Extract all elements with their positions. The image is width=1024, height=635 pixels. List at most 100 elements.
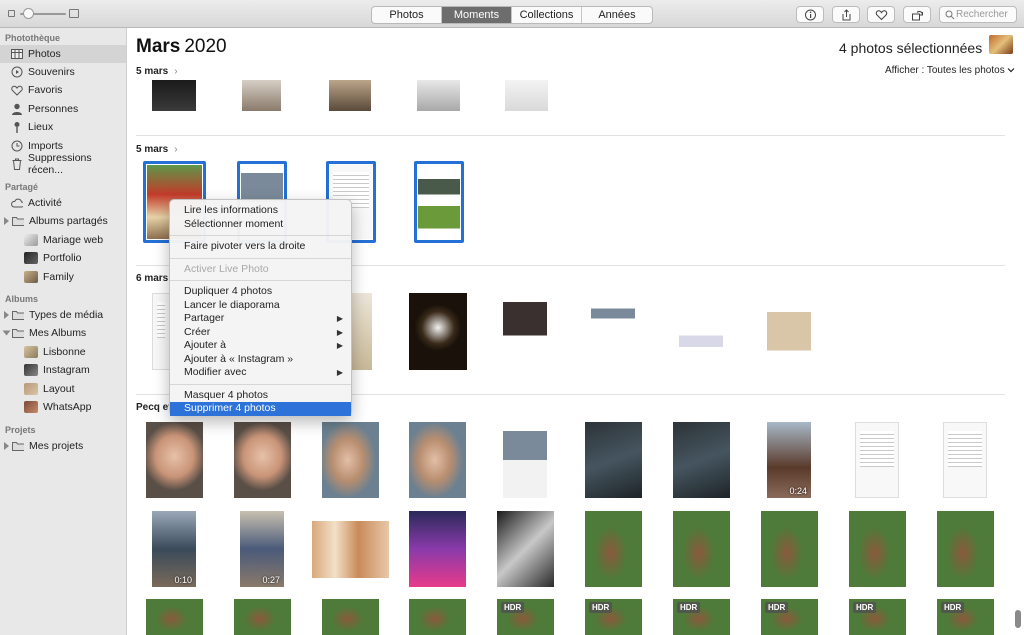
selected-photo-thumbnail[interactable] [414, 161, 464, 243]
search-field[interactable]: Rechercher [939, 6, 1017, 23]
photo-thumbnail[interactable]: HDR [937, 599, 994, 635]
video-thumbnail[interactable]: 0:24 [767, 422, 811, 498]
menu-item-modifier-avec[interactable]: Modifier avec ▶ [170, 366, 351, 380]
folder-icon [12, 309, 24, 321]
menu-item-dupliquer[interactable]: Dupliquer 4 photos [170, 285, 351, 299]
rotate-button[interactable] [903, 6, 931, 23]
photo-thumbnail[interactable] [146, 599, 203, 635]
sidebar-item-personnes[interactable]: Personnes [0, 100, 126, 118]
photo-thumbnail[interactable] [322, 599, 379, 635]
menu-item-selectionner-moment[interactable]: Sélectionner moment [170, 218, 351, 232]
sidebar-item-activite[interactable]: Activité [0, 194, 126, 212]
show-filter-dropdown[interactable]: Afficher : Toutes les photos [885, 65, 1015, 76]
photo-thumbnail[interactable] [329, 80, 371, 111]
photo-thumbnail[interactable] [409, 599, 466, 635]
menu-item-creer[interactable]: Créer ▶ [170, 326, 351, 340]
tab-collections[interactable]: Collections [512, 7, 582, 23]
disclosure-triangle-icon[interactable] [4, 217, 9, 225]
photo-thumbnail[interactable] [234, 422, 291, 498]
zoom-knob[interactable] [23, 8, 34, 19]
photo-thumbnail[interactable] [242, 80, 281, 111]
photo-thumbnail[interactable]: HDR [673, 599, 730, 635]
moment-header-link[interactable]: Pecq et [136, 402, 172, 413]
zoom-slider[interactable] [8, 8, 79, 20]
photo-thumbnail[interactable] [767, 293, 811, 370]
photo-thumbnail[interactable] [503, 422, 547, 498]
photo-thumbnail[interactable] [417, 80, 460, 111]
moment-date: 6 mars [136, 273, 169, 284]
photo-thumbnail[interactable] [497, 511, 554, 587]
sidebar-item-label: Mariage web [43, 234, 104, 246]
photo-thumbnail[interactable] [679, 293, 723, 370]
photo-thumbnail[interactable] [505, 80, 548, 111]
menu-item-activer-live-photo: Activer Live Photo [184, 262, 269, 275]
sidebar-item-layout[interactable]: Layout [0, 380, 126, 398]
scrollbar[interactable] [1015, 610, 1021, 628]
photo-thumbnail[interactable] [409, 293, 467, 370]
photo-thumbnail[interactable] [855, 422, 899, 498]
tab-photos[interactable]: Photos [372, 7, 442, 23]
context-menu: Lire les informations Sélectionner momen… [169, 199, 352, 416]
sidebar-item-mes-projets[interactable]: Mes projets [0, 437, 126, 455]
photo-thumbnail[interactable] [352, 293, 372, 370]
sidebar-item-albums-partages[interactable]: Albums partagés [0, 212, 126, 230]
photo-thumbnail[interactable] [585, 511, 642, 587]
photo-thumbnail[interactable] [673, 422, 730, 498]
menu-item-masquer[interactable]: Masquer 4 photos [170, 389, 351, 403]
disclosure-triangle-icon[interactable] [4, 311, 9, 319]
photo-thumbnail[interactable] [503, 293, 547, 370]
sidebar-item-souvenirs[interactable]: Souvenirs [0, 63, 126, 81]
favorite-button[interactable] [867, 6, 895, 23]
tab-moments[interactable]: Moments [442, 7, 512, 23]
photo-thumbnail[interactable] [937, 511, 994, 587]
photo-thumbnail[interactable] [591, 293, 635, 370]
sidebar-item-photos[interactable]: Photos [0, 45, 126, 63]
video-thumbnail[interactable]: 0:10 [152, 511, 196, 587]
photo-thumbnail[interactable] [943, 422, 987, 498]
menu-item-faire-pivoter[interactable]: Faire pivoter vers la droite [170, 240, 351, 254]
disclosure-triangle-icon[interactable] [4, 442, 9, 450]
photo-thumbnail[interactable] [152, 293, 170, 370]
sidebar-item-instagram[interactable]: Instagram [0, 361, 126, 379]
sidebar-item-family[interactable]: Family [0, 268, 126, 286]
photo-thumbnail[interactable]: HDR [497, 599, 554, 635]
sidebar-item-portfolio[interactable]: Portfolio [0, 249, 126, 267]
photo-thumbnail[interactable] [409, 422, 466, 498]
sidebar-item-lieux[interactable]: Lieux [0, 118, 126, 136]
photo-thumbnail[interactable]: HDR [849, 599, 906, 635]
disclosure-triangle-icon[interactable] [2, 330, 11, 336]
sidebar-item-mariage-web[interactable]: Mariage web [0, 231, 126, 249]
video-thumbnail[interactable]: 0:27 [240, 511, 284, 587]
photo-thumbnail[interactable] [234, 599, 291, 635]
view-segmented-control: Photos Moments Collections Années [371, 6, 653, 24]
photo-thumbnail[interactable] [585, 422, 642, 498]
photo-thumbnail[interactable] [673, 511, 730, 587]
photo-thumbnail[interactable] [322, 422, 379, 498]
photo-thumbnail[interactable] [761, 511, 818, 587]
menu-item-ajouter-a[interactable]: Ajouter à ▶ [170, 339, 351, 353]
photo-thumbnail[interactable] [152, 80, 196, 111]
sidebar-item-mes-albums[interactable]: Mes Albums [0, 324, 126, 342]
menu-item-ajouter-instagram[interactable]: Ajouter à « Instagram » [170, 353, 351, 367]
menu-item-lire-informations[interactable]: Lire les informations [170, 204, 351, 218]
sidebar-item-whatsapp[interactable]: WhatsApp [0, 398, 126, 416]
menu-item-supprimer[interactable]: Supprimer 4 photos [170, 402, 351, 416]
photo-thumbnail[interactable]: HDR [761, 599, 818, 635]
tab-annees[interactable]: Années [582, 7, 652, 23]
sidebar-item-lisbonne[interactable]: Lisbonne [0, 343, 126, 361]
info-button[interactable] [796, 6, 824, 23]
photo-thumbnail[interactable] [409, 511, 466, 587]
photo-thumbnail[interactable] [146, 422, 203, 498]
menu-item-partager[interactable]: Partager ▶ [170, 312, 351, 326]
photo-thumbnail[interactable]: HDR [585, 599, 642, 635]
share-button[interactable] [832, 6, 860, 23]
moment-header-link[interactable]: 5 mars › [136, 66, 178, 77]
moment-header-link[interactable]: 5 mars › [136, 144, 178, 155]
sidebar-item-suppressions[interactable]: Suppressions récen... [0, 152, 126, 176]
menu-item-diaporama[interactable]: Lancer le diaporama [170, 299, 351, 313]
sidebar-item-types-de-media[interactable]: Types de média [0, 306, 126, 324]
photo-thumbnail[interactable] [312, 521, 389, 578]
sidebar-item-favoris[interactable]: Favoris [0, 81, 126, 99]
moment-header-link[interactable]: 6 mars [136, 273, 168, 284]
photo-thumbnail[interactable] [849, 511, 906, 587]
